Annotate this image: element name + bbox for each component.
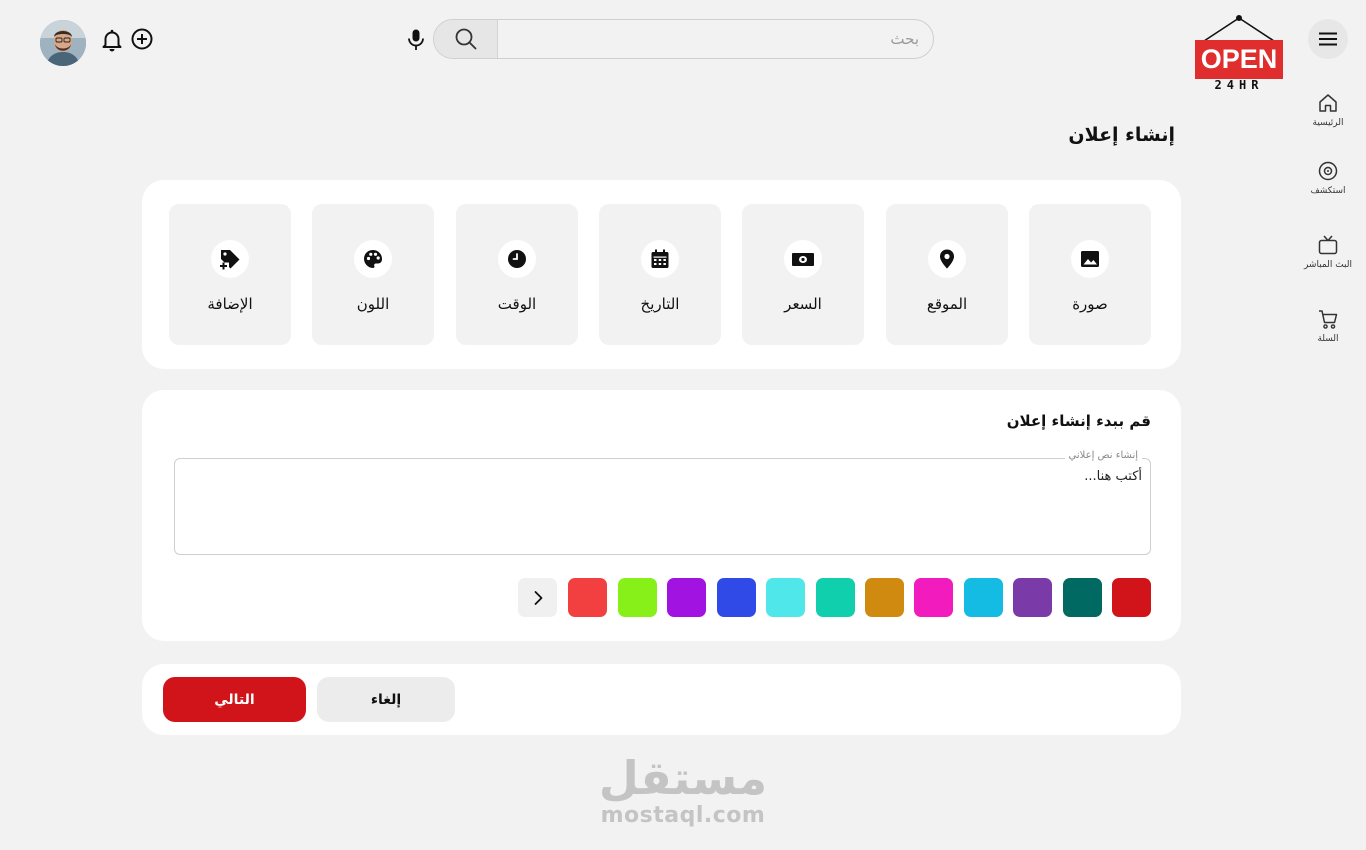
ad-text-field[interactable]: إنشاء نص إعلاني أكتب هنا...	[174, 450, 1151, 555]
logo-hanger-icon	[1203, 15, 1275, 42]
avatar[interactable]	[40, 20, 86, 66]
tool-time[interactable]: الوقت	[456, 204, 578, 345]
add-button[interactable]	[130, 27, 154, 51]
page-title: إنشاء إعلان	[1068, 124, 1175, 146]
color-swatch[interactable]	[717, 578, 756, 617]
sidebar-item-live[interactable]: البث المباشر	[1296, 234, 1360, 270]
tool-image[interactable]: صورة	[1029, 204, 1151, 345]
tool-icon-circle	[498, 240, 536, 278]
ad-text-field-value: أكتب هنا...	[1084, 469, 1142, 484]
tool-price[interactable]: السعر	[742, 204, 864, 345]
search-icon	[455, 28, 476, 50]
color-swatch[interactable]	[1063, 578, 1102, 617]
tool-label: الوقت	[497, 295, 537, 313]
search-placeholder: بحث	[890, 30, 919, 48]
tool-icon-circle	[641, 240, 679, 278]
tool-location[interactable]: الموقع	[886, 204, 1008, 345]
notifications-button[interactable]	[101, 28, 123, 52]
watermark-arabic: مستقل	[598, 751, 768, 805]
tool-date[interactable]: التاريخ	[599, 204, 721, 345]
sidebar-item-label: الرئيسية	[1312, 118, 1344, 128]
tool-label: اللون	[356, 295, 390, 313]
search-button[interactable]	[434, 20, 498, 58]
color-swatch[interactable]	[618, 578, 657, 617]
compose-card: قم ببدء إنشاء إعلان إنشاء نص إعلاني أكتب…	[142, 390, 1181, 641]
clock-icon	[508, 250, 526, 268]
logo-sign: OPEN	[1195, 40, 1283, 79]
menu-button[interactable]	[1308, 19, 1348, 59]
tool-color[interactable]: اللون	[312, 204, 434, 345]
microphone-button[interactable]	[405, 28, 427, 52]
add-circle-icon	[131, 28, 153, 50]
ad-text-field-label: إنشاء نص إعلاني	[1064, 450, 1142, 461]
logo-subtext: 24HR	[1214, 78, 1264, 92]
cancel-button[interactable]: إلغاء	[317, 677, 455, 722]
menu-icon	[1319, 32, 1337, 46]
tool-label: التاريخ	[640, 295, 680, 313]
logo[interactable]: OPEN 24HR	[1192, 12, 1286, 94]
image-icon	[1081, 251, 1099, 267]
tool-icon-circle	[1071, 240, 1109, 278]
tool-icon-circle	[211, 240, 249, 278]
sidebar-item-label: السلة	[1317, 334, 1339, 344]
palette-icon	[364, 250, 382, 268]
tag-add-icon	[219, 250, 240, 270]
chevron-right-icon	[534, 590, 542, 605]
actions-card: التالي إلغاء	[142, 664, 1181, 735]
color-swatch[interactable]	[816, 578, 855, 617]
color-swatch[interactable]	[568, 578, 607, 617]
tool-label: صورة	[1072, 295, 1108, 313]
tv-icon	[1318, 235, 1338, 255]
sidebar-item-explore[interactable]: استكشف	[1296, 160, 1360, 196]
color-swatch[interactable]	[914, 578, 953, 617]
bell-icon	[102, 29, 122, 52]
watermark-latin: mostaql.com	[600, 803, 766, 828]
search-input[interactable]: بحث	[498, 20, 933, 58]
color-swatch[interactable]	[1013, 578, 1052, 617]
money-icon	[792, 253, 814, 266]
color-swatch[interactable]	[964, 578, 1003, 617]
compose-title: قم ببدء إنشاء إعلان	[1006, 412, 1151, 430]
tool-label: الموقع	[926, 295, 968, 313]
tool-icon-circle	[784, 240, 822, 278]
watermark: مستقل mostaql.com	[560, 752, 806, 828]
swatches-next-button[interactable]	[518, 578, 557, 617]
tool-label: السعر	[784, 295, 822, 313]
calendar-icon	[651, 249, 669, 268]
sidebar-item-label: استكشف	[1310, 186, 1346, 196]
home-icon	[1319, 94, 1337, 112]
search-bar: بحث	[433, 19, 934, 59]
sidebar-item-label: البث المباشر	[1303, 260, 1353, 270]
color-swatch[interactable]	[766, 578, 805, 617]
next-button[interactable]: التالي	[163, 677, 306, 722]
sidebar-item-cart[interactable]: السلة	[1296, 308, 1360, 344]
avatar-image	[40, 20, 86, 66]
tool-addon[interactable]: الإضافة	[169, 204, 291, 345]
cart-icon	[1319, 310, 1338, 329]
tool-icon-circle	[354, 240, 392, 278]
explore-disc-icon	[1318, 161, 1338, 181]
tool-label: الإضافة	[207, 295, 253, 313]
microphone-icon	[408, 29, 424, 50]
sidebar-item-home[interactable]: الرئيسية	[1296, 92, 1360, 128]
tool-icon-circle	[928, 240, 966, 278]
location-pin-icon	[940, 249, 954, 269]
color-swatch[interactable]	[1112, 578, 1151, 617]
color-swatch[interactable]	[667, 578, 706, 617]
tools-card: صورة الموقع السعر التاريخ الوقت اللون ال…	[142, 180, 1181, 369]
color-swatch[interactable]	[865, 578, 904, 617]
